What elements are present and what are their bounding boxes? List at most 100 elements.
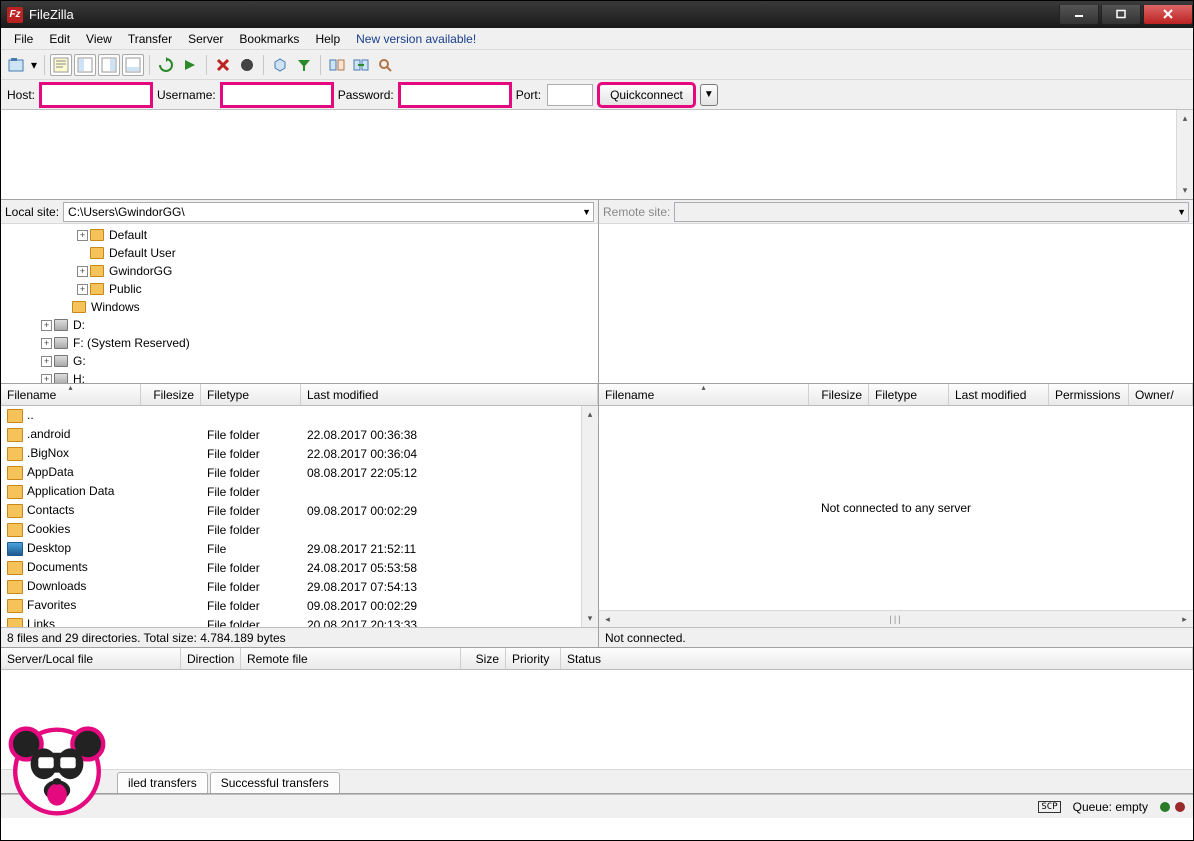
toggle-tree-icon[interactable] <box>74 54 96 76</box>
compare-icon[interactable] <box>326 54 348 76</box>
tree-item[interactable]: +F: (System Reserved) <box>5 334 598 352</box>
menu-new-version[interactable]: New version available! <box>349 30 483 48</box>
local-filelist-pane: ▴Filename Filesize Filetype Last modifie… <box>1 384 599 647</box>
expand-icon[interactable]: + <box>41 320 52 331</box>
tab-failed-transfers[interactable]: iled transfers <box>117 772 208 793</box>
quickconnect-button[interactable]: Quickconnect <box>599 84 694 106</box>
username-input[interactable] <box>222 84 332 106</box>
col-priority[interactable]: Priority <box>512 652 549 666</box>
menu-view[interactable]: View <box>79 30 119 48</box>
tree-item[interactable]: +G: <box>5 352 598 370</box>
file-row[interactable]: FavoritesFile folder09.08.2017 00:02:29 <box>1 596 598 615</box>
file-name: Links <box>27 617 55 627</box>
file-row[interactable]: .. <box>1 406 598 425</box>
reconnect-icon[interactable] <box>269 54 291 76</box>
file-row[interactable]: .androidFile folder22.08.2017 00:36:38 <box>1 425 598 444</box>
menu-bookmarks[interactable]: Bookmarks <box>232 30 306 48</box>
minimize-button[interactable] <box>1059 5 1099 25</box>
local-tree[interactable]: +DefaultDefault User+GwindorGG+PublicWin… <box>1 224 598 383</box>
quickconnect-dropdown[interactable]: ▼ <box>700 84 718 106</box>
tree-item[interactable]: +GwindorGG <box>5 262 598 280</box>
col-lastmod[interactable]: Last modified <box>307 388 378 402</box>
toggle-queue-icon[interactable] <box>122 54 144 76</box>
remote-hscrollbar[interactable]: ◂|||▸ <box>599 610 1193 627</box>
file-row[interactable]: LinksFile folder20.08.2017 20:13:33 <box>1 615 598 627</box>
col-server-localfile[interactable]: Server/Local file <box>7 652 93 666</box>
file-type: File folder <box>201 523 301 537</box>
file-row[interactable]: ContactsFile folder09.08.2017 00:02:29 <box>1 501 598 520</box>
col-permissions[interactable]: Permissions <box>1055 388 1120 402</box>
disconnect-icon[interactable] <box>236 54 258 76</box>
remote-filelist[interactable]: Not connected to any server ◂|||▸ <box>599 406 1193 627</box>
remote-tree[interactable] <box>599 224 1193 383</box>
local-file-header[interactable]: ▴Filename Filesize Filetype Last modifie… <box>1 384 598 406</box>
remote-file-header[interactable]: ▴Filename Filesize Filetype Last modifie… <box>599 384 1193 406</box>
menu-edit[interactable]: Edit <box>42 30 77 48</box>
password-label: Password: <box>338 88 394 102</box>
file-row[interactable]: CookiesFile folder <box>1 520 598 539</box>
col-status[interactable]: Status <box>567 652 601 666</box>
tree-item[interactable]: +Public <box>5 280 598 298</box>
cancel-icon[interactable] <box>212 54 234 76</box>
file-row[interactable]: DownloadsFile folder29.08.2017 07:54:13 <box>1 577 598 596</box>
remote-site-combo[interactable]: ▼ <box>674 202 1189 222</box>
tree-item-label: H: <box>73 372 85 383</box>
transfer-body[interactable] <box>1 670 1193 769</box>
expand-icon[interactable]: + <box>77 230 88 241</box>
file-row[interactable]: .BigNoxFile folder22.08.2017 00:36:04 <box>1 444 598 463</box>
process-queue-icon[interactable] <box>179 54 201 76</box>
tree-item[interactable]: +Default <box>5 226 598 244</box>
tree-item[interactable]: Default User <box>5 244 598 262</box>
file-row[interactable]: AppDataFile folder08.08.2017 22:05:12 <box>1 463 598 482</box>
expand-icon[interactable]: + <box>41 356 52 367</box>
col-lastmod[interactable]: Last modified <box>955 388 1026 402</box>
file-row[interactable]: DesktopFile29.08.2017 21:52:11 <box>1 539 598 558</box>
expand-icon[interactable]: + <box>41 374 52 384</box>
col-filetype[interactable]: Filetype <box>875 388 917 402</box>
local-filelist[interactable]: ...androidFile folder22.08.2017 00:36:38… <box>1 406 598 627</box>
col-filetype[interactable]: Filetype <box>207 388 249 402</box>
menu-transfer[interactable]: Transfer <box>121 30 179 48</box>
local-filelist-scrollbar[interactable]: ▴▾ <box>581 406 598 627</box>
site-manager-icon[interactable] <box>5 54 27 76</box>
col-filename[interactable]: Filename <box>605 388 654 402</box>
expand-icon[interactable]: + <box>77 266 88 277</box>
port-input[interactable] <box>547 84 593 106</box>
menu-help[interactable]: Help <box>308 30 347 48</box>
host-input[interactable] <box>41 84 151 106</box>
col-owner[interactable]: Owner/ <box>1135 388 1174 402</box>
col-remotefile[interactable]: Remote file <box>247 652 308 666</box>
expand-icon <box>59 302 70 313</box>
search-icon[interactable] <box>374 54 396 76</box>
tree-item[interactable]: +D: <box>5 316 598 334</box>
file-row[interactable]: Application DataFile folder <box>1 482 598 501</box>
col-size[interactable]: Size <box>476 652 499 666</box>
site-manager-dropdown-icon[interactable]: ▾ <box>29 54 39 76</box>
col-direction[interactable]: Direction <box>187 652 234 666</box>
filter-icon[interactable] <box>293 54 315 76</box>
menu-file[interactable]: File <box>7 30 40 48</box>
local-site-combo[interactable]: C:\Users\GwindorGG\ ▼ <box>63 202 594 222</box>
close-button[interactable] <box>1143 5 1193 25</box>
transfer-header[interactable]: Server/Local file Direction Remote file … <box>1 648 1193 670</box>
message-log[interactable]: ▴▾ <box>1 110 1193 200</box>
expand-icon[interactable]: + <box>77 284 88 295</box>
maximize-button[interactable] <box>1101 5 1141 25</box>
toggle-remote-tree-icon[interactable] <box>98 54 120 76</box>
menu-server[interactable]: Server <box>181 30 230 48</box>
col-filename[interactable]: Filename <box>7 388 56 402</box>
log-scrollbar[interactable]: ▴▾ <box>1176 110 1193 199</box>
local-pane: Local site: C:\Users\GwindorGG\ ▼ +Defau… <box>1 200 599 383</box>
sync-browsing-icon[interactable] <box>350 54 372 76</box>
col-filesize[interactable]: Filesize <box>821 388 862 402</box>
col-filesize[interactable]: Filesize <box>153 388 194 402</box>
tree-item[interactable]: + H: <box>5 370 598 383</box>
tree-item[interactable]: Windows <box>5 298 598 316</box>
password-input[interactable] <box>400 84 510 106</box>
refresh-icon[interactable] <box>155 54 177 76</box>
expand-icon[interactable]: + <box>41 338 52 349</box>
file-name: Downloads <box>27 579 86 593</box>
file-row[interactable]: DocumentsFile folder24.08.2017 05:53:58 <box>1 558 598 577</box>
toggle-log-icon[interactable] <box>50 54 72 76</box>
tab-successful-transfers[interactable]: Successful transfers <box>210 772 340 793</box>
